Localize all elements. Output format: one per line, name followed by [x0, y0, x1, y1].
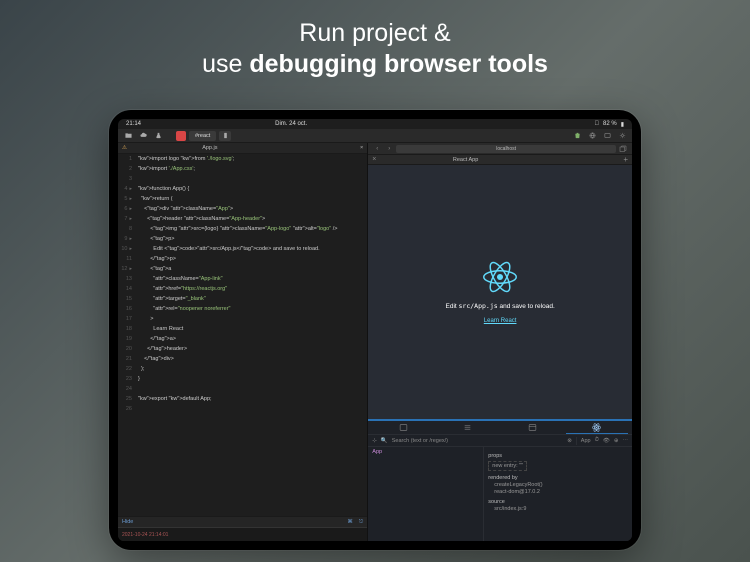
more-icon[interactable]: ⋯: [622, 438, 628, 444]
screen: 21:14 Dim. 24 oct. 􀙇 82 % ▮ #react ⚠ App…: [118, 119, 632, 541]
new-tab-button[interactable]: +: [623, 155, 628, 164]
wifi-icon: 􀙇: [595, 121, 600, 127]
address-field[interactable]: localhost: [396, 145, 616, 153]
status-bar: 21:14 Dim. 24 oct. 􀙇 82 % ▮: [118, 119, 632, 129]
element-picker-icon[interactable]: ⊹: [372, 438, 377, 444]
hide-button[interactable]: Hide: [122, 519, 133, 525]
headline-line1: Run project &: [299, 19, 450, 47]
editor-filename: App.js: [202, 145, 217, 151]
page-preview: Edit src/App.js and save to reload. Lear…: [368, 165, 632, 419]
editor-tabbar: ⚠ App.js ×: [118, 143, 367, 154]
editor-pane: ⚠ App.js × 12345678910111213141516171819…: [118, 143, 367, 541]
forward-button[interactable]: ›: [384, 145, 394, 153]
rendered-by-heading: rendered by: [488, 475, 628, 481]
run-target[interactable]: #react: [189, 131, 216, 141]
folder-icon[interactable]: [122, 131, 134, 141]
timer-icon[interactable]: ⏱: [595, 437, 599, 444]
status-date: Dim. 24 oct.: [275, 121, 307, 127]
browser-addressbar: ‹ › localhost: [368, 143, 632, 155]
devtools-panel: ⊹ 🔍 Search (text or /regex/) ⊗ App ⏱ 👁 ⊕…: [368, 419, 632, 541]
devtools-searchbar: ⊹ 🔍 Search (text or /regex/) ⊗ App ⏱ 👁 ⊕…: [368, 435, 632, 447]
preview-icon[interactable]: [601, 131, 613, 141]
devtools-tab-react[interactable]: [566, 422, 628, 434]
search-icon: 🔍: [381, 438, 388, 444]
warning-icon[interactable]: ⚠: [122, 145, 127, 151]
console-panel[interactable]: 2021-10-24 21:14:01: [118, 527, 367, 541]
globe-icon[interactable]: [586, 131, 598, 141]
editor-footer: Hide ⌘ ⎋: [118, 516, 367, 527]
status-time: 21:14: [126, 121, 141, 127]
bug-icon[interactable]: ⊗: [567, 438, 572, 444]
rendered-by-item[interactable]: createLegacyRoot(): [488, 482, 628, 488]
devtools-tab-elements[interactable]: [372, 422, 434, 434]
settings-icon[interactable]: [616, 131, 628, 141]
battery-icon: ▮: [621, 121, 624, 128]
eye-icon[interactable]: 👁: [603, 438, 610, 444]
stop-button[interactable]: [176, 131, 186, 141]
browser-tab-title: React App: [453, 157, 478, 163]
source-heading: source: [488, 499, 628, 505]
browser-pane: ‹ › localhost × React App +: [367, 143, 632, 541]
tabs-icon[interactable]: [618, 145, 628, 153]
devtools-tab-console[interactable]: [437, 422, 499, 434]
preview-instructions: Edit src/App.js and save to reload.: [446, 302, 555, 310]
tree-node-app[interactable]: App: [372, 449, 382, 455]
learn-react-link[interactable]: Learn React: [484, 318, 517, 324]
close-browser-tab[interactable]: ×: [372, 156, 376, 163]
back-button[interactable]: ‹: [372, 145, 382, 153]
browser-tabbar: × React App +: [368, 155, 632, 165]
headline-bold: debugging browser tools: [249, 50, 548, 78]
trash-icon[interactable]: [571, 131, 583, 141]
devtools-search-input[interactable]: Search (text or /regex/): [392, 438, 563, 444]
react-logo-icon: [483, 260, 517, 294]
props-heading: props: [488, 453, 628, 459]
flask-icon[interactable]: [152, 131, 164, 141]
device-icon[interactable]: [219, 131, 231, 141]
keyboard-button[interactable]: ⌘: [347, 519, 353, 526]
cloud-icon[interactable]: [137, 131, 149, 141]
close-tab[interactable]: ×: [360, 145, 363, 151]
component-tree[interactable]: App: [368, 447, 484, 541]
new-prop-entry[interactable]: new entry: "": [488, 461, 527, 471]
debug-icon[interactable]: ⊕: [614, 438, 619, 444]
keyboard-icon[interactable]: ⎋: [359, 519, 363, 526]
console-timestamp: 2021-10-24 21:14:01: [122, 532, 168, 538]
app-toolbar: #react: [118, 129, 632, 143]
devtools-tab-sources[interactable]: [501, 422, 563, 434]
marketing-headline: Run project & use debugging browser tool…: [0, 0, 750, 81]
source-location[interactable]: src/index.js:9: [488, 506, 628, 512]
battery-level: 82 %: [603, 121, 617, 127]
selected-component-label: App: [581, 438, 591, 444]
props-panel: props new entry: "" rendered by createLe…: [484, 447, 632, 541]
devtools-tabs: [368, 421, 632, 435]
code-editor[interactable]: 1234567891011121314151617181920212223242…: [118, 154, 367, 516]
rendered-by-version[interactable]: react-dom@17.0.2: [488, 489, 628, 495]
tablet-frame: 21:14 Dim. 24 oct. 􀙇 82 % ▮ #react ⚠ App…: [109, 110, 641, 550]
